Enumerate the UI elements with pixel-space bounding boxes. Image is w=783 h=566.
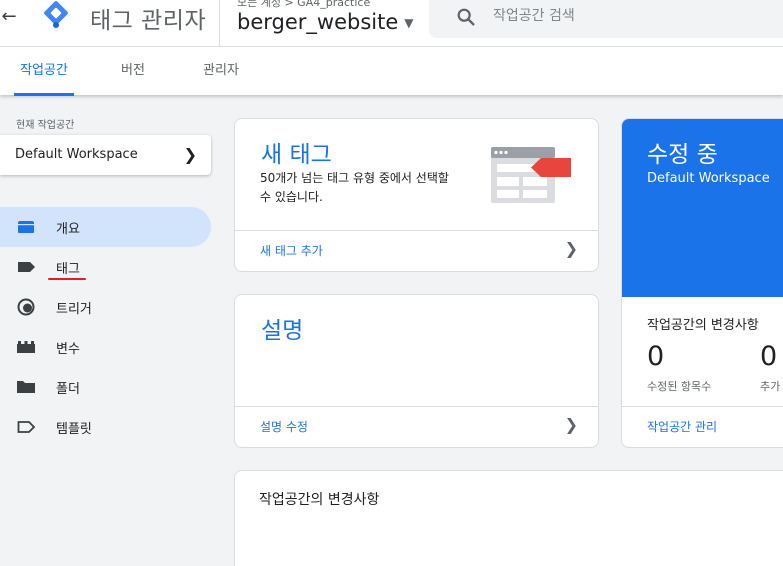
app-title: 태그 관리자 [90, 8, 207, 34]
editing-card: 수정 중 Default Workspace 작업공간의 변경사항 0 0 수정… [621, 118, 783, 448]
sidebar-item-tags[interactable]: 태그 [0, 247, 215, 287]
modified-label: 수정된 항목수 [647, 380, 712, 393]
added-label: 추가 [760, 380, 781, 393]
description-title: 설명 [261, 318, 304, 344]
breadcrumb[interactable]: 모든 계정 > GA4_practice [237, 0, 370, 10]
sidebar-item-overview[interactable]: 개요 [0, 207, 211, 247]
overview-icon [18, 221, 34, 233]
editing-workspace-name: Default Workspace [647, 171, 770, 186]
tag-annotation-underline [48, 278, 86, 280]
sidebar-item-label: 태그 [56, 262, 80, 277]
sidebar-item-label: 개요 [56, 222, 80, 237]
search-input[interactable] [493, 4, 773, 28]
header-divider [219, 0, 220, 46]
add-new-tag-label: 새 태그 추가 [260, 244, 323, 258]
sidebar-nav: 개요 태그 트리거 변수 폴더 템플릿 [0, 207, 215, 447]
top-bar: ← 태그 관리자 모든 계정 > GA4_practice berger_web… [0, 0, 783, 46]
chevron-right-icon: ❯ [564, 415, 578, 434]
workspace-selector[interactable]: Default Workspace ❯ [0, 135, 211, 175]
new-tag-illustration-icon [491, 147, 571, 203]
trigger-icon [17, 298, 35, 316]
editing-title: 수정 중 [647, 142, 718, 168]
tab-admin[interactable]: 관리자 [199, 47, 243, 96]
sidebar-item-triggers[interactable]: 트리거 [0, 287, 215, 327]
workspace-changes-title: 작업공간의 변경사항 [259, 492, 380, 508]
back-arrow-icon[interactable]: ← [0, 2, 18, 32]
new-tag-card: 새 태그 50개가 넘는 태그 유형 중에서 선택할 수 있습니다. 새 태그 … [234, 118, 599, 272]
folder-icon [17, 381, 35, 393]
caret-down-icon: ▼ [404, 16, 414, 30]
workspace-changes-heading: 작업공간의 변경사항 [647, 318, 759, 333]
edit-description-link[interactable]: 설명 수정 ❯ [235, 406, 598, 447]
variable-icon [17, 341, 35, 353]
manage-workspaces-label: 작업공간 관리 [647, 420, 718, 434]
modified-count: 0 [647, 341, 665, 372]
edit-description-label: 설명 수정 [260, 420, 308, 434]
workspace-name: Default Workspace [15, 147, 138, 162]
chevron-right-icon: ❯ [183, 145, 197, 164]
tab-bar: 작업공간 버전 관리자 [0, 46, 783, 96]
sidebar-item-label: 변수 [56, 342, 80, 357]
manage-workspaces-link[interactable]: 작업공간 관리 [622, 406, 783, 447]
container-name: berger_website [237, 10, 399, 34]
sidebar-item-folders[interactable]: 폴더 [0, 367, 215, 407]
search-icon [457, 8, 475, 26]
tag-icon [18, 262, 35, 272]
sidebar-item-variables[interactable]: 변수 [0, 327, 215, 367]
new-tag-title: 새 태그 [261, 142, 332, 168]
tab-versions[interactable]: 버전 [118, 47, 148, 96]
sidebar-item-label: 트리거 [56, 302, 92, 317]
editing-card-banner: 수정 중 Default Workspace [622, 119, 783, 297]
gtm-logo-icon [44, 1, 68, 28]
add-new-tag-link[interactable]: 새 태그 추가 ❯ [235, 230, 598, 271]
search-box[interactable] [429, 0, 783, 38]
new-tag-description: 50개가 넘는 태그 유형 중에서 선택할 수 있습니다. [260, 171, 449, 204]
chevron-right-icon: ❯ [564, 239, 578, 258]
tab-workspace[interactable]: 작업공간 [14, 47, 74, 96]
sidebar-item-templates[interactable]: 템플릿 [0, 407, 215, 447]
container-selector[interactable]: berger_website ▼ [237, 10, 414, 34]
sidebar-item-label: 템플릿 [56, 422, 92, 437]
description-card: 설명 설명 수정 ❯ [234, 294, 599, 448]
template-icon [17, 421, 36, 433]
added-count: 0 [760, 341, 778, 372]
current-workspace-label: 현재 작업공간 [16, 120, 75, 131]
sidebar-item-label: 폴더 [56, 382, 80, 397]
workspace-changes-card: 작업공간의 변경사항 [234, 470, 783, 566]
